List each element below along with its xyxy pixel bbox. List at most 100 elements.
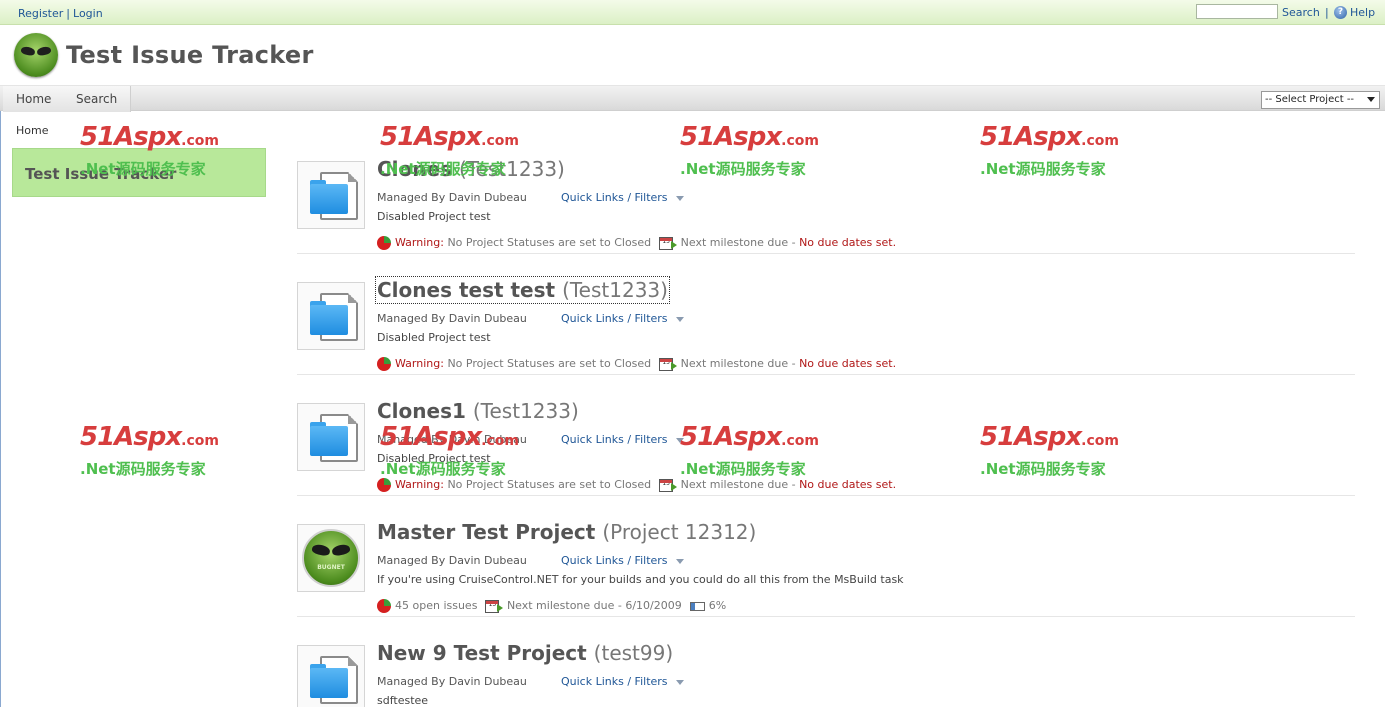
help-icon[interactable]: ? (1334, 6, 1347, 19)
page-left-border (0, 111, 1, 707)
open-issues-link[interactable]: 45 open issues (395, 599, 477, 612)
chevron-down-icon[interactable] (675, 437, 684, 443)
project-name[interactable]: New 9 Test Project (377, 641, 587, 665)
calendar-icon: 15 (485, 599, 504, 613)
project-manager: Managed By Davin Dubeau (377, 191, 527, 204)
progress-bar-icon (689, 601, 705, 611)
due-text: No due dates set. (799, 357, 897, 370)
register-link[interactable]: Register (18, 7, 63, 20)
pie-chart-icon (377, 599, 391, 613)
watermark-sub: .Net源码服务专家 (80, 460, 206, 478)
warning-label: Warning: (395, 236, 444, 249)
project-thumbnail[interactable]: BUGNET (297, 524, 365, 592)
nav-tab-home[interactable]: Home (3, 86, 66, 112)
project-code: (Project 12312) (602, 520, 757, 544)
search-input[interactable] (1196, 4, 1278, 19)
project-name[interactable]: Clones1 (377, 399, 466, 423)
breadcrumb-home[interactable]: Home (16, 124, 48, 137)
project-status-line: Warning: No Project Statuses are set to … (377, 357, 896, 373)
status-text: No Project Statuses are set to Closed (447, 478, 652, 491)
project-status-line: Warning: No Project Statuses are set to … (377, 236, 896, 252)
project-select[interactable]: -- Select Project -- (1261, 91, 1380, 109)
project-title[interactable]: Clones1 (Test1233) (377, 399, 579, 423)
search-link[interactable]: Search (1282, 6, 1320, 19)
calendar-day: 15 (488, 600, 497, 608)
project-manager: Managed By Davin Dubeau (377, 433, 527, 446)
quick-links[interactable]: Quick Links / Filters (561, 433, 684, 446)
chevron-down-icon[interactable] (675, 558, 684, 564)
bugnet-project-icon: BUGNET (302, 529, 360, 587)
project-name[interactable]: Clones test test (377, 278, 555, 302)
quick-links[interactable]: Quick Links / Filters (561, 312, 684, 325)
quick-links-label[interactable]: Quick Links / Filters (561, 191, 668, 204)
project-code: (Test1233) (562, 278, 668, 302)
breadcrumb[interactable]: Home (16, 124, 48, 137)
bugnet-icon-text: BUGNET (317, 564, 345, 571)
due-text: No due dates set. (799, 236, 897, 249)
sidebar-title: Test Issue Tracker (25, 165, 177, 183)
nav-bar: Home Search -- Select Project -- (0, 85, 1385, 112)
project-title[interactable]: Clones (Test1233) (377, 157, 565, 181)
pie-chart-icon (377, 236, 391, 250)
help-link[interactable]: Help (1350, 6, 1375, 19)
project-status-line: 45 open issues 15 Next milestone due - 6/… (377, 599, 726, 615)
project-title[interactable]: New 9 Test Project (test99) (377, 641, 673, 665)
project-thumbnail[interactable] (297, 403, 365, 471)
warning-label: Warning: (395, 357, 444, 370)
quick-links[interactable]: Quick Links / Filters (561, 191, 684, 204)
quick-links-label[interactable]: Quick Links / Filters (561, 433, 668, 446)
project-description: sdftestee (377, 694, 429, 707)
watermark-dotcom: .com (181, 433, 219, 449)
project-code: (test99) (593, 641, 674, 665)
chevron-down-icon[interactable] (675, 679, 684, 685)
bugnet-logo-icon[interactable] (14, 33, 58, 77)
project-thumbnail[interactable] (297, 645, 365, 707)
watermark-brand: 51Aspx (80, 422, 182, 452)
project-manager: Managed By Davin Dubeau (377, 554, 527, 567)
logo-eye-right (36, 45, 52, 57)
progress-percent: 6% (708, 599, 727, 612)
project-row: Clones (Test1233) Managed By Davin Dubea… (297, 133, 1355, 254)
project-thumbnail[interactable] (297, 161, 365, 229)
status-text: No Project Statuses are set to Closed (447, 357, 652, 370)
project-description: Disabled Project test (377, 210, 491, 223)
pie-chart-icon (377, 478, 391, 492)
header: Test Issue Tracker (0, 25, 1385, 85)
folder-document-icon (302, 408, 362, 468)
quick-links-label[interactable]: Quick Links / Filters (561, 675, 668, 688)
nav-tab-search[interactable]: Search (63, 86, 132, 112)
project-status-line: Warning: No Project Statuses are set to … (377, 478, 896, 494)
status-text: No Project Statuses are set to Closed (447, 236, 652, 249)
folder-document-icon (302, 287, 362, 347)
quick-links[interactable]: Quick Links / Filters (561, 675, 684, 688)
quick-links[interactable]: Quick Links / Filters (561, 554, 684, 567)
app-title[interactable]: Test Issue Tracker (66, 41, 314, 69)
project-code: (Test1233) (458, 157, 565, 181)
project-manager: Managed By Davin Dubeau (377, 312, 527, 325)
project-row: Clones test test (Test1233) Managed By D… (297, 254, 1355, 375)
top-bar: Register | Login Search | ? Help (0, 0, 1385, 25)
project-title[interactable]: Clones test test (Test1233) (375, 276, 670, 304)
project-name[interactable]: Master Test Project (377, 520, 595, 544)
calendar-icon: 15 (659, 236, 678, 250)
milestone-text: Next milestone due - 6/10/2009 (506, 599, 682, 612)
chevron-down-icon (1367, 97, 1375, 102)
project-name[interactable]: Clones (377, 157, 452, 181)
project-select-value: -- Select Project -- (1265, 94, 1355, 105)
warning-label: Warning: (395, 478, 444, 491)
watermark: 51Aspx.com .Net源码服务专家 (80, 422, 230, 482)
project-title[interactable]: Master Test Project (Project 12312) (377, 520, 756, 544)
calendar-icon: 15 (659, 357, 678, 371)
quick-links-label[interactable]: Quick Links / Filters (561, 554, 668, 567)
quick-links-label[interactable]: Quick Links / Filters (561, 312, 668, 325)
milestone-text: Next milestone due - (680, 357, 796, 370)
topbar-separator: | (1325, 6, 1329, 19)
project-thumbnail[interactable] (297, 282, 365, 350)
milestone-text: Next milestone due - (680, 478, 796, 491)
milestone-text: Next milestone due - (680, 236, 796, 249)
sidebar-project-box[interactable]: Test Issue Tracker (12, 148, 266, 197)
chevron-down-icon[interactable] (675, 195, 684, 201)
project-code: (Test1233) (472, 399, 579, 423)
chevron-down-icon[interactable] (675, 316, 684, 322)
login-link[interactable]: Login (73, 7, 103, 20)
